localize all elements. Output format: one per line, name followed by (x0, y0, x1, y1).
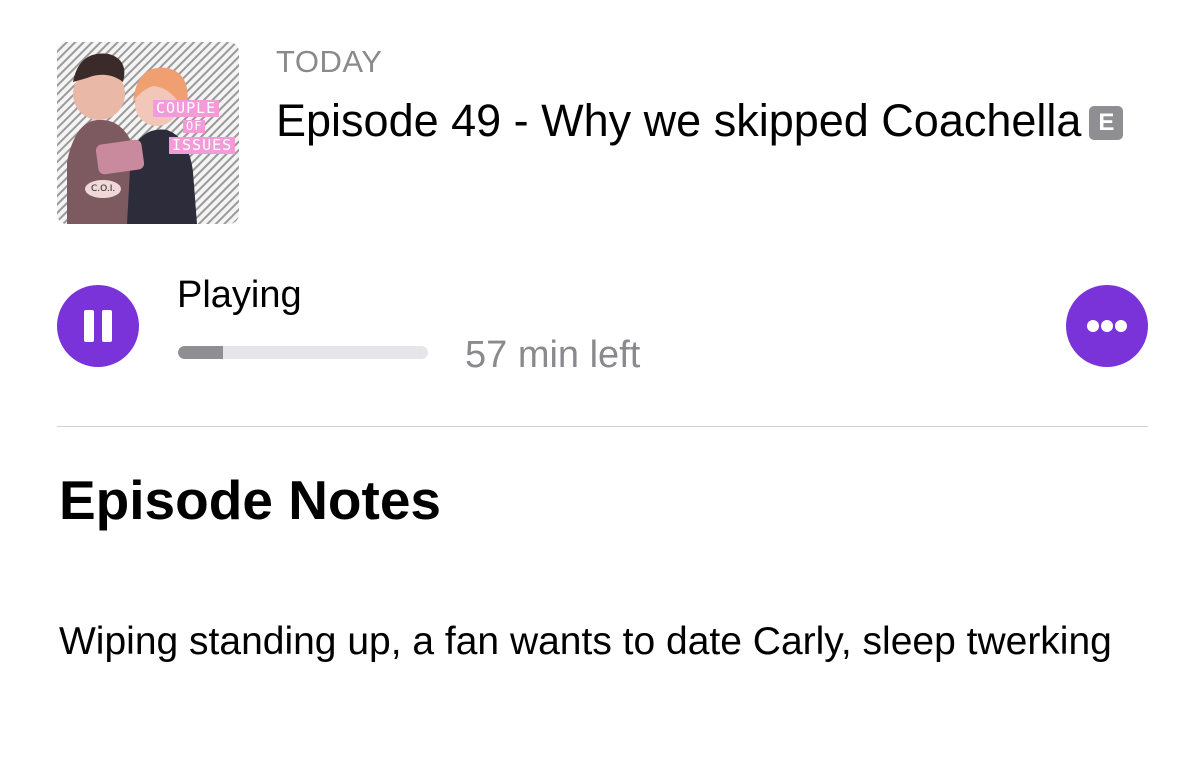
ellipsis-icon (1087, 320, 1127, 332)
pause-icon (84, 310, 112, 342)
episode-title: Episode 49 - Why we skipped Coachella (276, 95, 1082, 146)
episode-title-block: Episode 49 - Why we skipped Coachella E (276, 90, 1156, 152)
artwork-logo: C.O.I. (85, 180, 122, 198)
section-divider (57, 426, 1148, 427)
artwork-text-couple: COUPLE (153, 100, 220, 117)
progress-bar[interactable] (178, 346, 428, 359)
time-remaining: 57 min left (465, 334, 641, 376)
progress-fill (178, 346, 223, 359)
podcast-artwork[interactable]: COUPLE OF ISSUES C.O.I. (57, 42, 239, 224)
artwork-image (57, 42, 239, 224)
episode-detail-page: COUPLE OF ISSUES C.O.I. TODAY Episode 49… (0, 0, 1200, 762)
playback-status: Playing (177, 274, 302, 316)
episode-notes-heading: Episode Notes (59, 469, 442, 531)
pause-button[interactable] (57, 285, 139, 367)
artwork-text-issues: ISSUES (169, 137, 236, 154)
explicit-badge: E (1089, 106, 1124, 140)
episode-date: TODAY (276, 44, 383, 79)
episode-notes-text: Wiping standing up, a fan wants to date … (59, 620, 1112, 663)
more-options-button[interactable] (1066, 285, 1148, 367)
artwork-text-of: OF (183, 120, 206, 133)
